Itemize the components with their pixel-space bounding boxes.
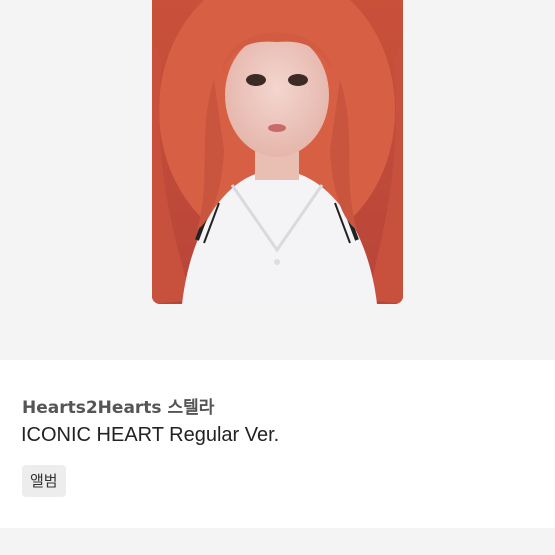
category-tag[interactable]: 앨범: [22, 465, 66, 497]
section-divider: [0, 528, 555, 555]
product-title: ICONIC HEART Regular Ver.: [21, 424, 280, 446]
product-image-area[interactable]: [0, 0, 555, 360]
photocard-image[interactable]: [152, 0, 403, 304]
photocard-illustration: [152, 0, 403, 304]
artist-name: Hearts2Hearts 스텔라: [22, 398, 215, 418]
product-page: Hearts2Hearts 스텔라 ICONIC HEART Regular V…: [0, 0, 555, 555]
